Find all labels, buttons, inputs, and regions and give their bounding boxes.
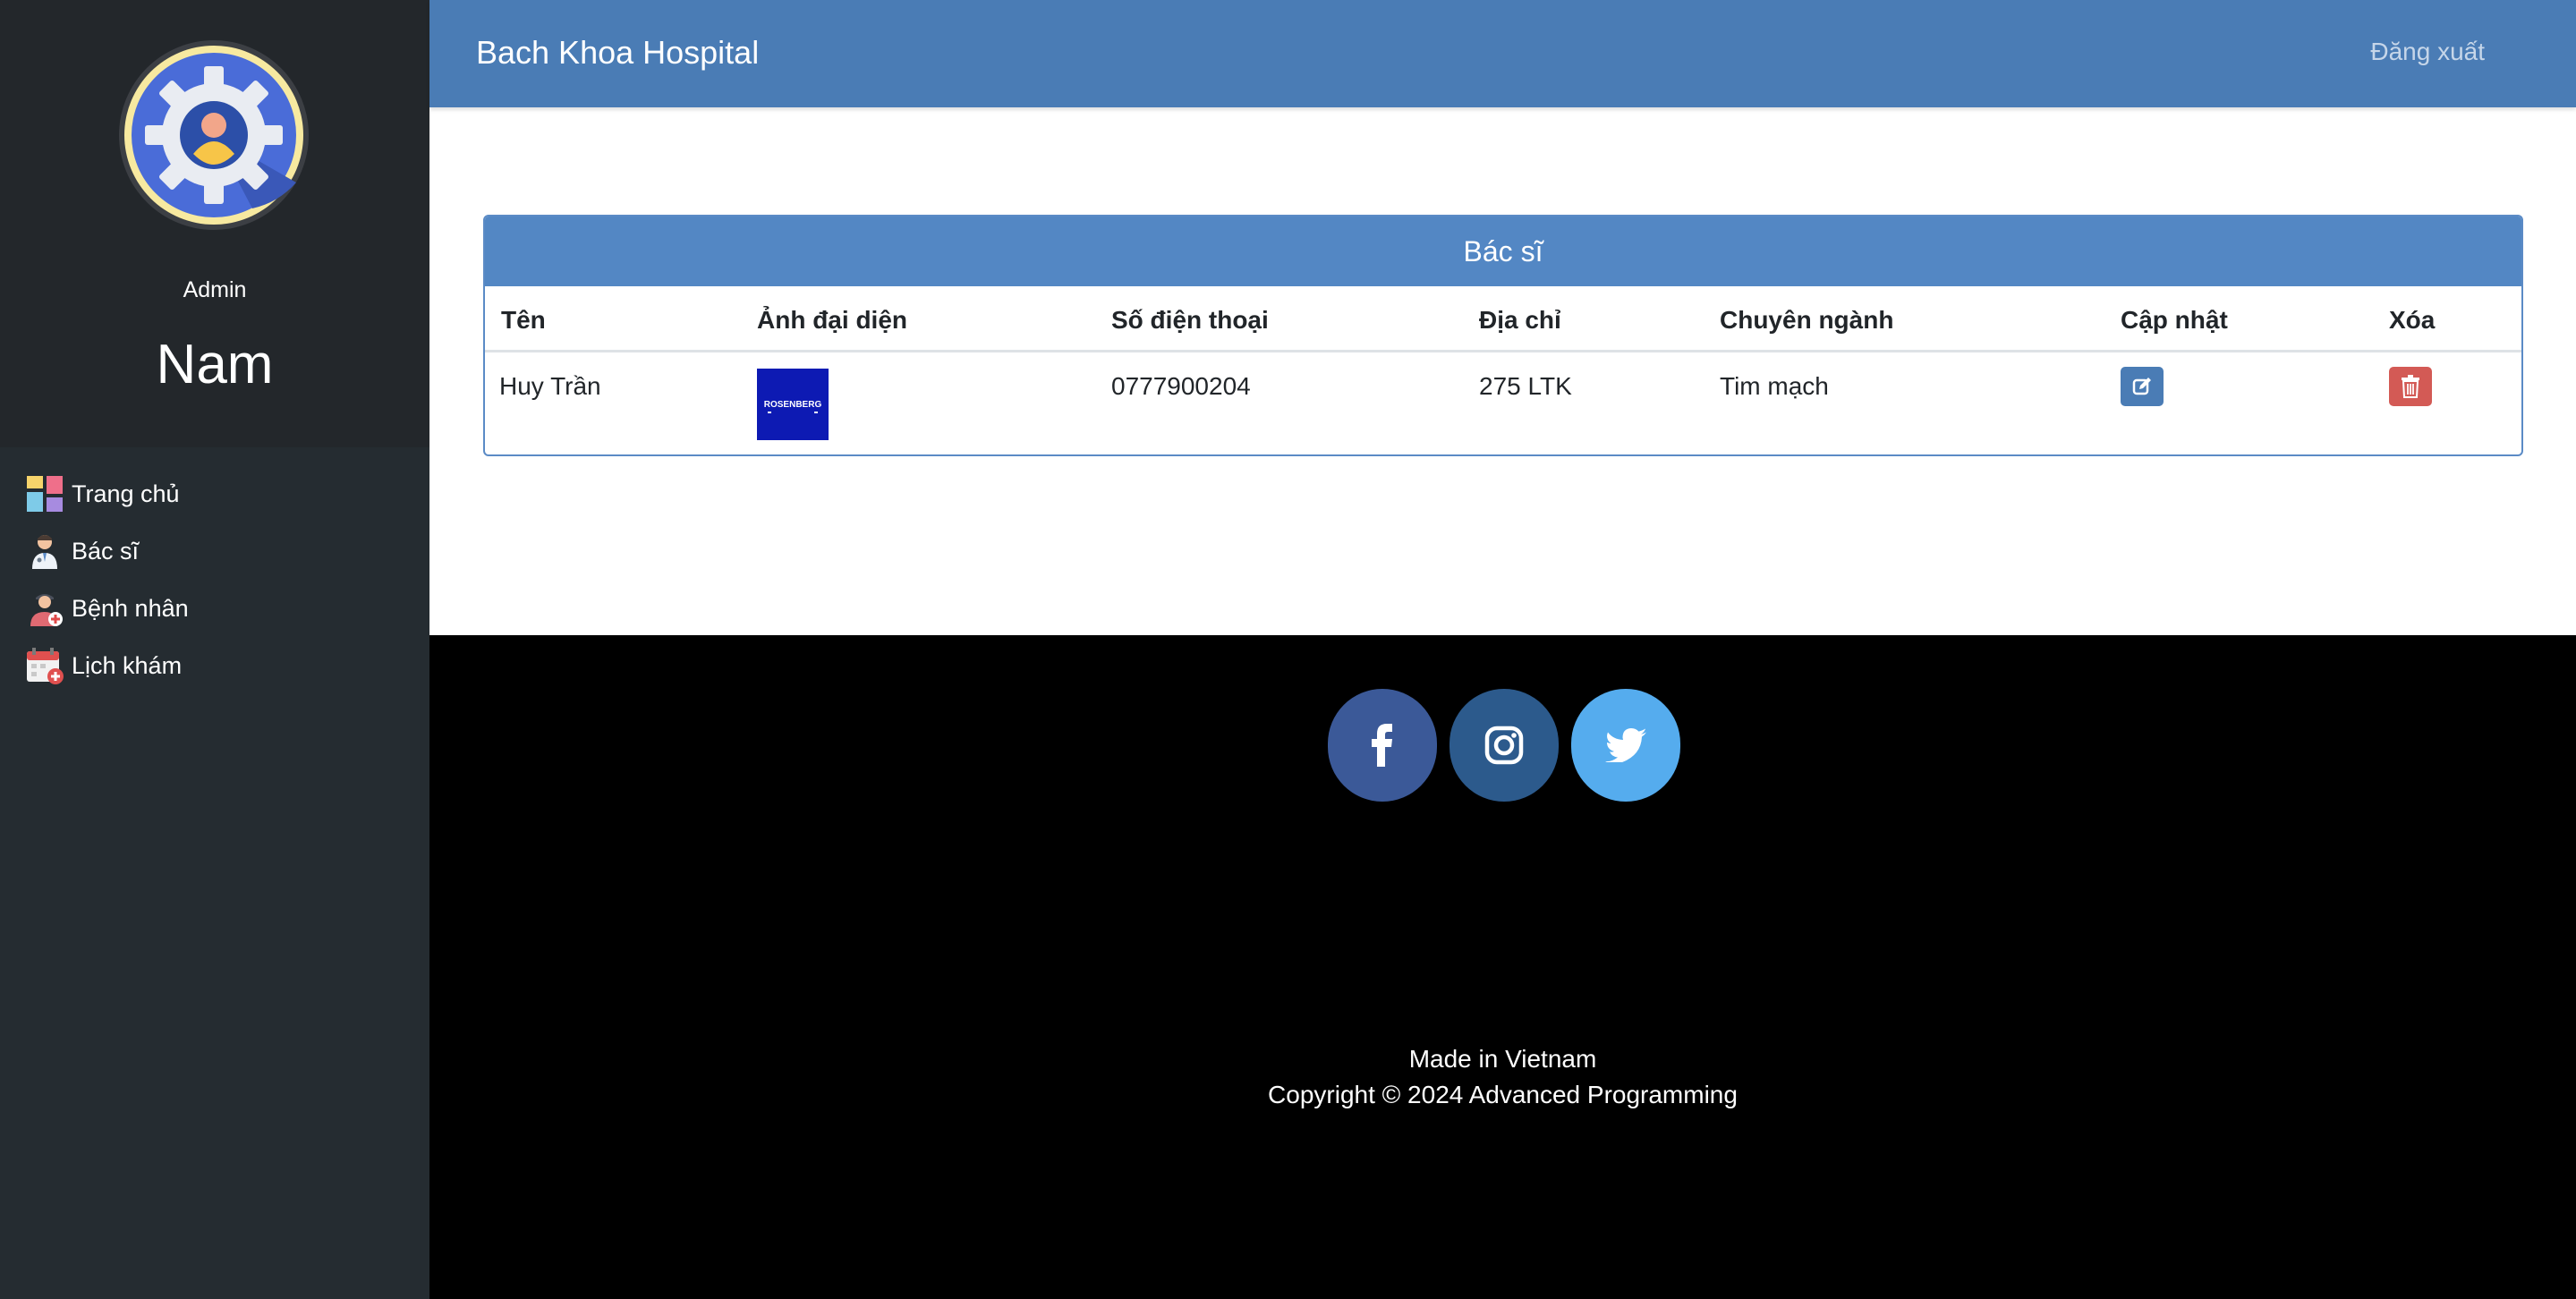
sidebar-item-label: Bác sĩ <box>72 537 140 565</box>
sidebar: Admin Nam Trang chủ Bác sĩ Bệnh nhân Lịc… <box>0 0 429 1299</box>
column-header-specialty: Chuyên ngành <box>1720 306 1894 334</box>
user-name: Nam <box>156 334 274 395</box>
doctor-specialty: Tim mạch <box>1720 372 1829 400</box>
sidebar-nav: Trang chủ Bác sĩ Bệnh nhân Lịch khám <box>0 465 429 694</box>
twitter-icon <box>1605 728 1646 762</box>
instagram-icon <box>1484 726 1524 765</box>
doctor-avatar-image: ROSENBERG <box>757 369 829 440</box>
edit-icon <box>2132 378 2151 395</box>
sidebar-item-doctor[interactable]: Bác sĩ <box>0 522 429 580</box>
facebook-icon <box>1372 724 1392 767</box>
instagram-button[interactable] <box>1450 689 1559 802</box>
made-in-text: Made in Vietnam <box>1408 1045 1597 1073</box>
doctor-phone: 0777900204 <box>1111 372 1251 400</box>
footer: Made in Vietnam Copyright © 2024 Advance… <box>429 635 2576 1299</box>
doctor-icon <box>32 535 57 569</box>
sidebar-item-patient[interactable]: Bệnh nhân <box>0 580 429 637</box>
column-header-avatar: Ảnh đại diện <box>757 306 907 334</box>
doctor-address: 275 LTK <box>1479 372 1572 400</box>
column-header-address: Địa chỉ <box>1479 306 1561 334</box>
dashboard-icon <box>27 476 63 512</box>
column-header-delete: Xóa <box>2389 306 2436 334</box>
patient-icon <box>30 594 63 626</box>
edit-button[interactable] <box>2121 367 2164 406</box>
column-header-phone: Số điện thoại <box>1111 306 1269 334</box>
user-role-label: Admin <box>183 277 247 302</box>
avatar-logo-text: ROSENBERG <box>764 400 822 410</box>
facebook-button[interactable] <box>1328 689 1437 802</box>
column-header-name: Tên <box>501 306 546 334</box>
sidebar-profile: Admin Nam <box>0 0 429 447</box>
table-row: Huy Trần ROSENBERG 0777900204 275 LTK Ti… <box>485 352 2521 454</box>
sidebar-item-schedule[interactable]: Lịch khám <box>0 637 429 694</box>
doctor-name: Huy Trần <box>499 372 601 400</box>
sidebar-item-label: Bệnh nhân <box>72 594 189 622</box>
trash-icon <box>2402 375 2419 398</box>
admin-avatar-icon <box>119 40 309 230</box>
table-header-row: Tên Ảnh đại diện Số điện thoại Địa chỉ C… <box>485 286 2521 352</box>
copyright-text: Copyright © 2024 Advanced Programming <box>1268 1081 1738 1108</box>
logout-link[interactable]: Đăng xuất <box>2370 38 2485 66</box>
sidebar-item-label: Trang chủ <box>72 480 180 507</box>
twitter-button[interactable] <box>1571 689 1680 802</box>
sidebar-item-label: Lịch khám <box>72 651 183 679</box>
sidebar-item-home[interactable]: Trang chủ <box>0 465 429 522</box>
delete-button[interactable] <box>2389 367 2432 406</box>
brand-link[interactable]: Bach Khoa Hospital <box>476 34 759 72</box>
column-header-update: Cập nhật <box>2121 306 2228 334</box>
top-navbar: Bach Khoa Hospital Đăng xuất <box>429 0 2576 107</box>
table-title: Bác sĩ <box>485 216 2521 286</box>
doctor-table-card: Bác sĩ Tên Ảnh đại diện Số điện thoại Đị… <box>483 215 2523 456</box>
calendar-icon <box>27 648 64 684</box>
